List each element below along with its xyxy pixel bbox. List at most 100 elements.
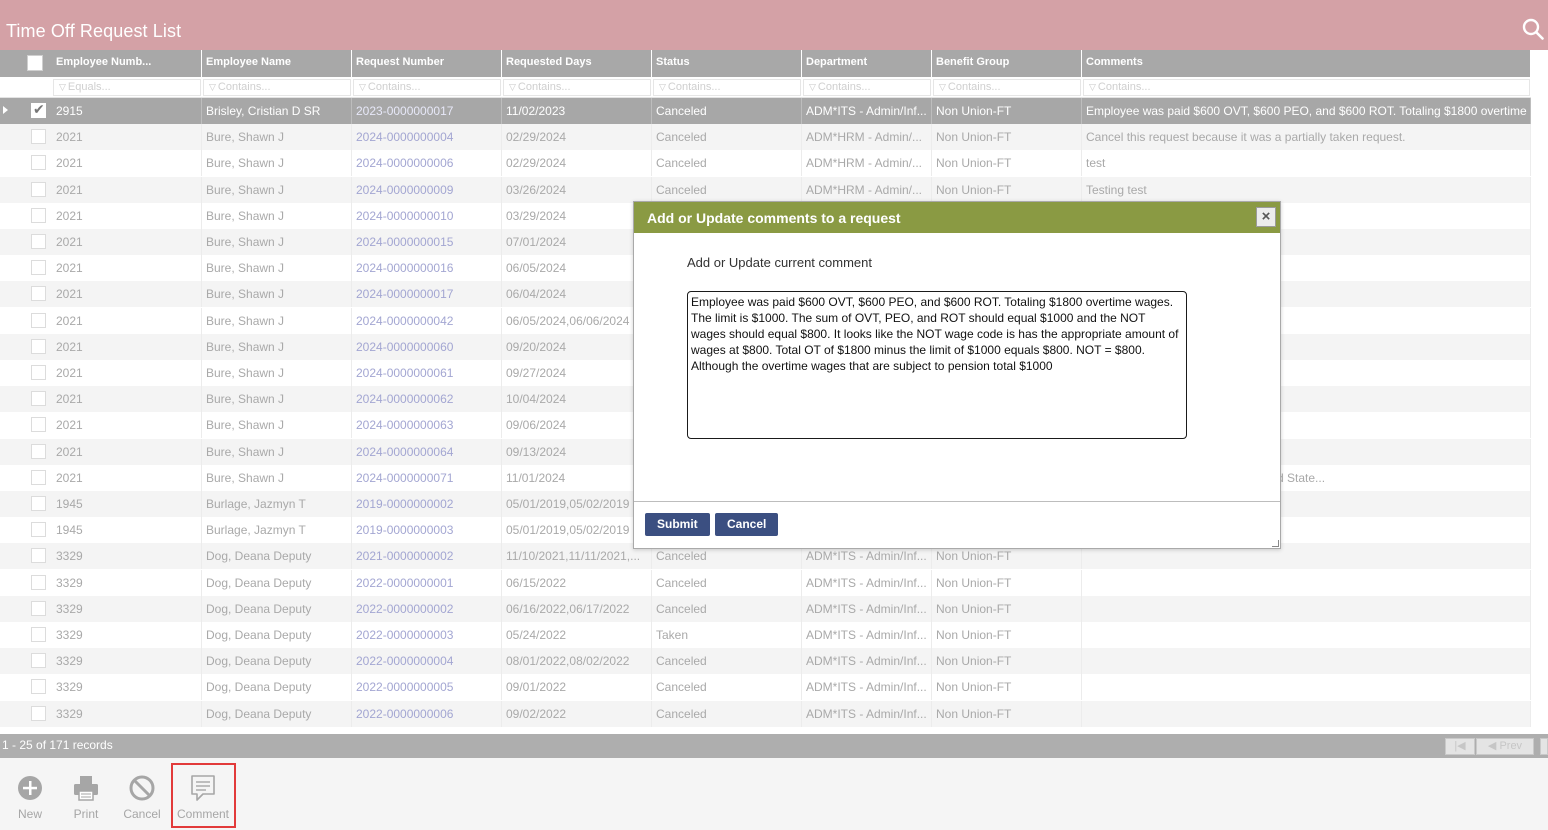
- cell-request-number[interactable]: 2024-0000000071: [352, 464, 502, 491]
- table-row[interactable]: 2021 Bure, Shawn J 2024-0000000009 03/26/20…: [0, 176, 1531, 203]
- table-row[interactable]: 2021 Bure, Shawn J 2024-0000000004 02/29/20…: [0, 124, 1531, 151]
- table-row[interactable]: 3329 Dog, Deana Deputy 2022-0000000006 09/0…: [0, 700, 1531, 727]
- column-filter-2[interactable]: ▽ Contains...: [353, 79, 501, 96]
- cell-request-number[interactable]: 2022-0000000005: [352, 674, 502, 701]
- cell-employee-number: 2021: [52, 229, 202, 255]
- table-row[interactable]: 3329 Dog, Deana Deputy 2022-0000000001 06/1…: [0, 569, 1531, 596]
- row-checkbox[interactable]: [31, 548, 46, 564]
- column-filter-0[interactable]: ▽ Equals...: [53, 79, 201, 96]
- column-header-7[interactable]: Comments: [1082, 50, 1531, 77]
- submit-button[interactable]: Submit: [645, 513, 710, 536]
- cell-request-number[interactable]: 2021-0000000002: [352, 543, 502, 570]
- cell-benefit-group: Non Union-FT: [932, 700, 1082, 727]
- cell-benefit-group: Non Union-FT: [932, 595, 1082, 622]
- dialog-cancel-button[interactable]: Cancel: [715, 513, 779, 536]
- row-checkbox[interactable]: [31, 181, 46, 197]
- filter-icon: ▽: [59, 82, 66, 92]
- column-filter-4[interactable]: ▽ Contains...: [653, 79, 801, 96]
- row-checkbox[interactable]: [31, 600, 46, 616]
- column-filter-7[interactable]: ▽ Contains...: [1083, 79, 1530, 96]
- table-row[interactable]: 3329 Dog, Deana Deputy 2022-0000000003 05/2…: [0, 622, 1531, 648]
- close-icon[interactable]: ×: [1256, 207, 1276, 227]
- column-header-1[interactable]: Employee Name: [202, 50, 352, 77]
- cell-employee-number: 2021: [52, 333, 202, 360]
- first-page-button[interactable]: |◀: [1445, 738, 1475, 755]
- row-checkbox[interactable]: [31, 705, 46, 721]
- row-checkbox[interactable]: [31, 129, 46, 145]
- cell-request-number[interactable]: 2022-0000000002: [352, 595, 502, 622]
- dialog-header: Add or Update comments to a request ×: [634, 202, 1280, 233]
- row-checkbox[interactable]: [31, 469, 46, 485]
- cell-request-number[interactable]: 2022-0000000006: [352, 700, 502, 727]
- table-row[interactable]: 2021 Bure, Shawn J 2024-0000000006 02/29/20…: [0, 150, 1531, 177]
- column-filter-1[interactable]: ▽ Contains...: [203, 79, 351, 96]
- cell-requested-days: 03/26/2024: [502, 176, 652, 203]
- row-checkbox[interactable]: [31, 496, 46, 511]
- cell-request-number[interactable]: 2019-0000000002: [352, 491, 502, 517]
- cell-request-number[interactable]: 2024-0000000006: [352, 150, 502, 177]
- new-button[interactable]: New: [2, 774, 58, 828]
- row-checkbox[interactable]: [31, 653, 46, 669]
- table-row[interactable]: 3329 Dog, Deana Deputy 2022-0000000005 09/0…: [0, 674, 1531, 701]
- column-header-2[interactable]: Request Number: [352, 50, 502, 77]
- cell-request-number[interactable]: 2022-0000000001: [352, 569, 502, 596]
- select-all-checkbox[interactable]: [27, 55, 43, 71]
- prev-page-button[interactable]: ◀ Prev: [1476, 738, 1534, 755]
- search-icon[interactable]: [1522, 18, 1544, 40]
- cancel-request-button[interactable]: Cancel: [114, 774, 170, 828]
- column-filter-3[interactable]: ▽ Contains...: [503, 79, 651, 96]
- comment-textarea[interactable]: [687, 291, 1187, 439]
- row-checkbox[interactable]: [31, 365, 46, 380]
- row-checkbox[interactable]: [31, 155, 46, 171]
- row-checkbox[interactable]: [31, 391, 46, 407]
- print-button[interactable]: Print: [58, 774, 114, 828]
- cell-request-number[interactable]: 2024-0000000009: [352, 176, 502, 203]
- column-header-3[interactable]: Requested Days: [502, 50, 652, 77]
- column-filter-5[interactable]: ▽ Contains...: [803, 79, 931, 96]
- cell-request-number[interactable]: 2024-0000000010: [352, 202, 502, 229]
- dialog-resize-handle[interactable]: [1272, 540, 1279, 547]
- column-header-5[interactable]: Department: [802, 50, 932, 77]
- column-header-4[interactable]: Status: [652, 50, 802, 77]
- next-page-button[interactable]: [1540, 738, 1548, 755]
- cell-request-number[interactable]: 2024-0000000062: [352, 386, 502, 413]
- cell-request-number[interactable]: 2024-0000000015: [352, 229, 502, 255]
- plus-circle-icon: [18, 776, 42, 800]
- row-checkbox[interactable]: [31, 522, 46, 538]
- filter-placeholder: Contains...: [667, 81, 721, 93]
- cell-request-number[interactable]: 2024-0000000016: [352, 255, 502, 282]
- cell-request-number[interactable]: 2023-0000000017: [352, 98, 502, 124]
- row-checkbox[interactable]: [31, 627, 46, 642]
- cell-request-number[interactable]: 2024-0000000063: [352, 412, 502, 439]
- cell-benefit-group: Non Union-FT: [932, 150, 1082, 177]
- table-row[interactable]: 3329 Dog, Deana Deputy 2022-0000000002 06/1…: [0, 595, 1531, 622]
- row-checkbox[interactable]: [31, 443, 46, 459]
- filter-icon: ▽: [359, 82, 366, 92]
- row-checkbox[interactable]: [31, 338, 46, 354]
- cell-request-number[interactable]: 2024-0000000004: [352, 124, 502, 151]
- cell-request-number[interactable]: 2024-0000000042: [352, 307, 502, 334]
- table-row[interactable]: ✔ 2915 Brisley, Cristian D SR 2023-00000000…: [0, 98, 1531, 124]
- row-checkbox[interactable]: [31, 312, 46, 328]
- row-checkbox[interactable]: [31, 260, 46, 276]
- table-row[interactable]: 3329 Dog, Deana Deputy 2022-0000000004 08/0…: [0, 648, 1531, 675]
- column-filter-6[interactable]: ▽ Contains...: [933, 79, 1081, 96]
- cell-department: ADM*ITS - Admin/Inf...: [802, 622, 932, 648]
- row-checkbox[interactable]: [31, 207, 46, 223]
- row-checkbox[interactable]: [31, 574, 46, 590]
- cell-request-number[interactable]: 2024-0000000017: [352, 281, 502, 308]
- row-checkbox[interactable]: [31, 679, 46, 695]
- column-header-0[interactable]: Employee Numb...: [52, 50, 202, 77]
- cell-request-number[interactable]: 2022-0000000004: [352, 648, 502, 675]
- cell-request-number[interactable]: 2019-0000000003: [352, 517, 502, 544]
- cell-request-number[interactable]: 2024-0000000060: [352, 333, 502, 360]
- row-checkbox[interactable]: [31, 234, 46, 249]
- cell-request-number[interactable]: 2022-0000000003: [352, 622, 502, 648]
- column-header-6[interactable]: Benefit Group: [932, 50, 1082, 77]
- row-checkbox[interactable]: ✔: [31, 101, 46, 118]
- cell-request-number[interactable]: 2024-0000000061: [352, 360, 502, 386]
- row-checkbox[interactable]: [31, 286, 46, 302]
- cell-request-number[interactable]: 2024-0000000064: [352, 438, 502, 465]
- cell-department: ADM*ITS - Admin/Inf...: [802, 595, 932, 622]
- row-checkbox[interactable]: [31, 417, 46, 433]
